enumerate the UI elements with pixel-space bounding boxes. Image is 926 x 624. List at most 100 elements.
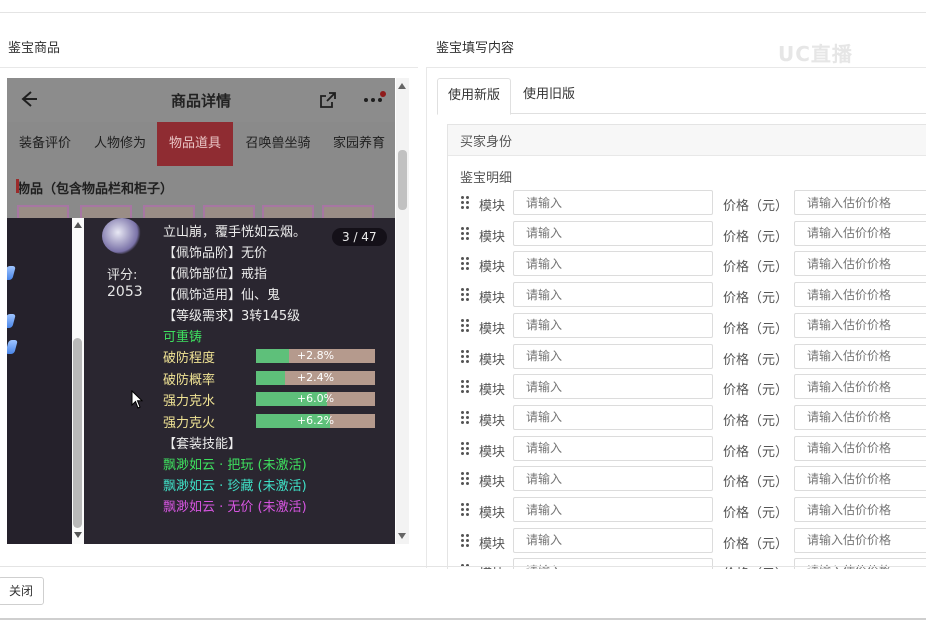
bottom-divider xyxy=(0,618,926,620)
tab-pets[interactable]: 召唤兽坐骑 xyxy=(233,122,323,166)
tab-items[interactable]: 物品道具 xyxy=(157,122,233,166)
module-label: 模块 xyxy=(479,199,506,214)
tab-old-version[interactable]: 使用旧版 xyxy=(511,78,587,112)
scroll-down-icon[interactable] xyxy=(398,533,406,539)
tooltip-scroll-thumb[interactable] xyxy=(73,338,82,528)
price-input[interactable] xyxy=(794,343,926,369)
appraisal-row: 模块 价格（元） xyxy=(448,281,926,309)
appraisal-row: 模块 价格（元） xyxy=(448,373,926,401)
price-input[interactable] xyxy=(794,527,926,553)
watermark-logo: UC直播 xyxy=(778,42,853,66)
module-input[interactable] xyxy=(513,220,713,246)
price-input[interactable] xyxy=(794,220,926,246)
version-tabs: 使用新版 使用旧版 xyxy=(437,78,926,115)
score-label: 评分: xyxy=(107,268,138,283)
tooltip-sidebar xyxy=(7,218,72,544)
stat-bar: +2.8% xyxy=(256,349,375,363)
drag-handle-icon[interactable] xyxy=(461,257,471,271)
drag-handle-icon[interactable] xyxy=(461,318,471,333)
price-input[interactable] xyxy=(794,558,926,569)
stat-value: +6.0% xyxy=(296,392,335,405)
price-label: 价格（元） xyxy=(723,444,789,460)
tab-equipment[interactable]: 装备评价 xyxy=(7,122,83,166)
module-label: 模块 xyxy=(479,506,506,521)
stat-bar: +6.2% xyxy=(256,414,375,428)
module-input[interactable] xyxy=(513,190,713,215)
module-label: 模块 xyxy=(479,413,506,429)
module-label: 模块 xyxy=(479,321,506,337)
price-input[interactable] xyxy=(794,312,926,338)
appraisal-row: 模块 价格（元） xyxy=(448,465,926,493)
item-attr: 【佩饰部位】戒指 xyxy=(163,267,268,282)
module-input[interactable] xyxy=(513,404,713,430)
item-counter-badge: 3 / 47 xyxy=(332,228,387,246)
panel-divider xyxy=(426,68,427,568)
appraisal-row: 模块 价格（元） xyxy=(448,220,926,248)
drag-handle-icon[interactable] xyxy=(461,441,471,456)
appraisal-detail-label: 鉴宝明细 xyxy=(460,171,513,186)
tab-character[interactable]: 人物修为 xyxy=(83,122,157,166)
price-input[interactable] xyxy=(794,404,926,430)
left-scrollbar[interactable] xyxy=(396,78,409,544)
close-button[interactable]: 关闭 xyxy=(0,577,44,605)
appraisal-row: 模块 价格（元） xyxy=(448,343,926,371)
appraisal-row: 模块 价格（元） xyxy=(448,404,926,432)
left-panel-title: 鉴宝商品 xyxy=(8,41,61,56)
price-label: 价格（元） xyxy=(723,536,789,552)
price-input[interactable] xyxy=(794,466,926,492)
drag-handle-icon[interactable] xyxy=(461,410,471,425)
drag-handle-icon[interactable] xyxy=(461,380,471,394)
module-label: 模块 xyxy=(479,229,506,245)
price-input[interactable] xyxy=(794,282,926,308)
drag-handle-icon[interactable] xyxy=(461,472,471,486)
module-input[interactable] xyxy=(513,312,713,338)
set-skill: 飘渺如云 · 无价 (未激活) xyxy=(163,500,307,515)
price-input[interactable] xyxy=(794,497,926,522)
module-input[interactable] xyxy=(513,558,713,569)
stat-bar: +2.4% xyxy=(256,371,375,385)
drag-handle-icon[interactable] xyxy=(461,288,471,302)
set-skill: 飘渺如云 · 把玩 (未激活) xyxy=(163,458,307,473)
module-label: 模块 xyxy=(479,383,506,399)
stat-label: 强力克水 xyxy=(163,394,216,409)
score-value: 2053 xyxy=(107,284,143,300)
phone-preview: 商品详情 装备评价 人物修为 物品道具 召唤兽坐骑 家园养育 物品（包含物品栏和… xyxy=(7,78,395,544)
module-label: 模块 xyxy=(479,536,506,552)
scroll-up-icon[interactable] xyxy=(74,222,82,228)
tab-new-version[interactable]: 使用新版 xyxy=(437,78,511,115)
drag-handle-icon[interactable] xyxy=(461,196,471,210)
price-label: 价格（元） xyxy=(723,229,789,245)
drag-handle-icon[interactable] xyxy=(461,226,471,241)
share-icon[interactable] xyxy=(318,90,338,110)
price-input[interactable] xyxy=(794,190,926,215)
module-input[interactable] xyxy=(513,374,713,400)
drag-handle-icon[interactable] xyxy=(461,503,471,517)
set-skill-title: 【套装技能】 xyxy=(163,437,242,452)
module-input[interactable] xyxy=(513,466,713,492)
drag-handle-icon[interactable] xyxy=(461,533,471,548)
scroll-down-icon[interactable] xyxy=(74,532,82,538)
module-input[interactable] xyxy=(513,343,713,369)
item-attr: 【佩饰适用】仙、鬼 xyxy=(163,288,281,303)
recast-status: 可重铸 xyxy=(163,330,203,345)
left-scroll-thumb[interactable] xyxy=(398,150,407,210)
module-input[interactable] xyxy=(513,527,713,553)
item-attr: 【佩饰品阶】无价 xyxy=(163,246,268,261)
price-label: 价格（元） xyxy=(723,291,789,307)
drag-handle-icon[interactable] xyxy=(461,349,471,364)
price-input[interactable] xyxy=(794,374,926,400)
stat-value: +2.4% xyxy=(296,371,335,384)
tab-home[interactable]: 家园养育 xyxy=(323,122,395,166)
module-input[interactable] xyxy=(513,435,713,461)
price-input[interactable] xyxy=(794,435,926,461)
more-icon[interactable] xyxy=(362,90,388,110)
left-panel-divider xyxy=(0,67,418,68)
section-title: 物品（包含物品栏和柜子） xyxy=(15,178,173,197)
module-input[interactable] xyxy=(513,251,713,277)
price-input[interactable] xyxy=(794,251,926,277)
module-input[interactable] xyxy=(513,282,713,308)
stat-bar: +6.0% xyxy=(256,392,375,406)
set-skill: 飘渺如云 · 珍藏 (未激活) xyxy=(163,479,307,494)
module-input[interactable] xyxy=(513,497,713,522)
scroll-up-icon[interactable] xyxy=(398,83,406,89)
